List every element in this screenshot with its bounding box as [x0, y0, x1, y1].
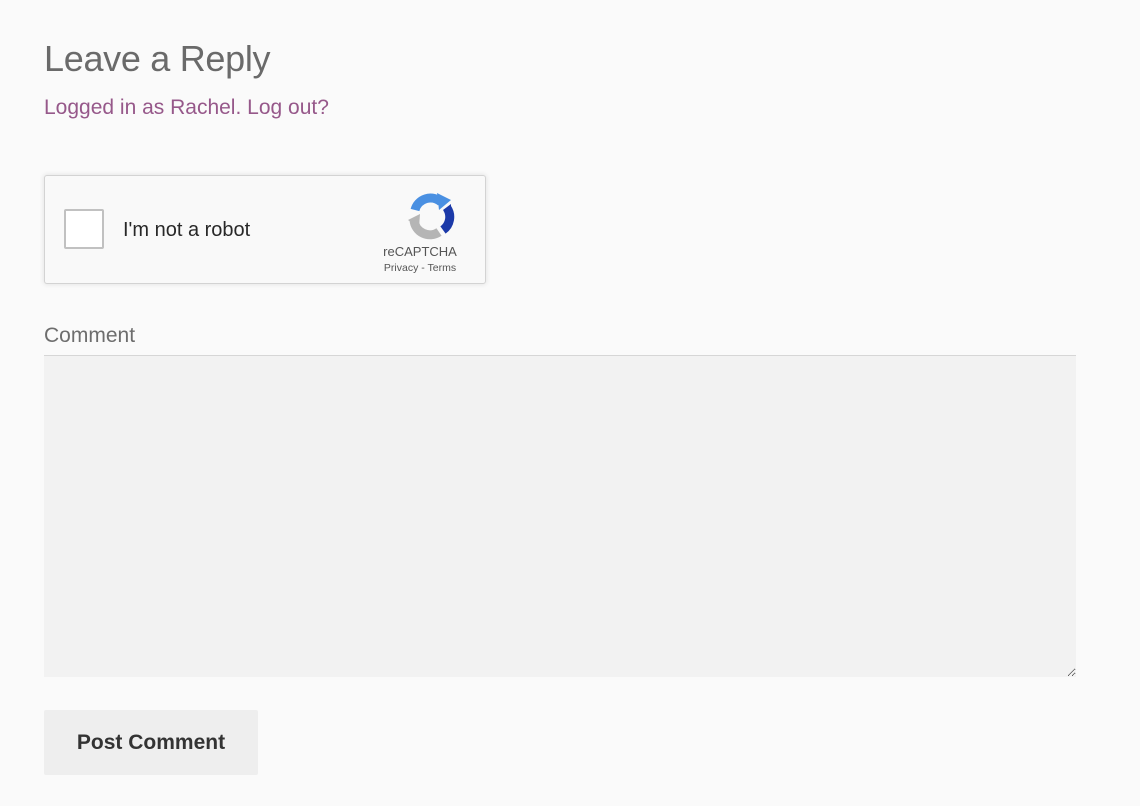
post-comment-button[interactable]: Post Comment — [44, 710, 258, 775]
comment-label: Comment — [44, 324, 136, 347]
profile-link[interactable]: Logged in as Rachel. — [44, 96, 247, 119]
recaptcha-widget: I'm not a robot reCAPTCHA Privacy - Term… — [44, 175, 486, 284]
recaptcha-label: I'm not a robot — [123, 219, 251, 241]
logout-link[interactable]: Log out? — [247, 96, 329, 119]
recaptcha-privacy-link[interactable]: Privacy — [384, 262, 418, 274]
recaptcha-logo-icon — [408, 193, 455, 240]
recaptcha-separator: - — [418, 262, 428, 274]
recaptcha-terms-link[interactable]: Terms — [428, 262, 457, 274]
recaptcha-brand: reCAPTCHA — [383, 244, 457, 259]
reply-title: Leave a Reply — [44, 38, 271, 79]
recaptcha-links: Privacy - Terms — [365, 262, 475, 274]
logged-in-as: Logged in as Rachel. Log out? — [44, 96, 329, 120]
comment-textarea[interactable] — [44, 355, 1076, 677]
recaptcha-checkbox[interactable] — [64, 209, 104, 249]
